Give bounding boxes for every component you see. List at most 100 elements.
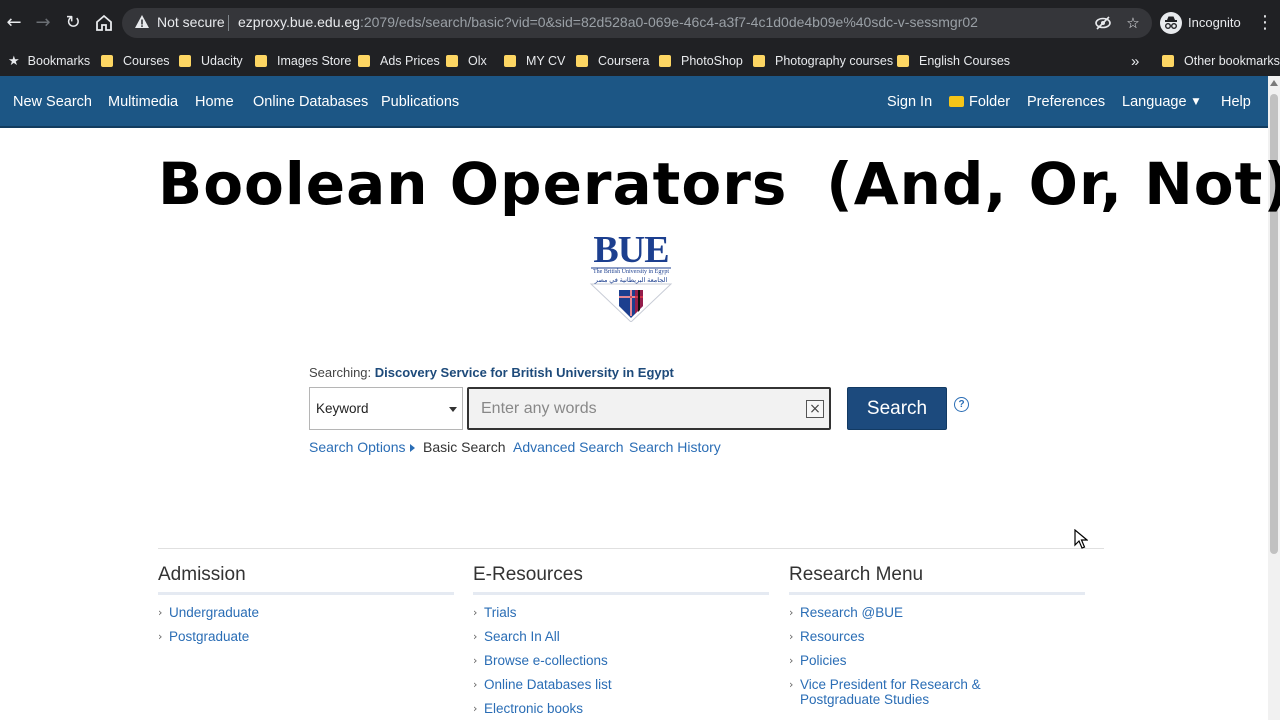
- warning-icon[interactable]: [134, 14, 150, 30]
- list-item[interactable]: › Trials: [473, 605, 769, 620]
- list-item[interactable]: › Search In All: [473, 629, 769, 644]
- basic-search-link[interactable]: Basic Search: [423, 439, 505, 455]
- bookmark-label: Udacity: [201, 54, 243, 68]
- link-resources[interactable]: Resources: [800, 629, 865, 644]
- bookmarks-button[interactable]: ★ Bookmarks: [8, 46, 90, 76]
- back-icon[interactable]: ←: [2, 11, 26, 35]
- chevron-right-icon: ›: [473, 630, 478, 643]
- other-bookmarks[interactable]: Other bookmarks: [1162, 46, 1280, 76]
- search-options-link[interactable]: Search Options: [309, 439, 415, 455]
- bookmark-label: Images Store: [277, 54, 352, 68]
- advanced-search-link[interactable]: Advanced Search: [513, 439, 624, 455]
- forward-icon[interactable]: →: [31, 11, 55, 35]
- research-menu-column: Research Menu › Research @BUE › Resources …: [789, 564, 1085, 716]
- folder-icon: [504, 55, 516, 67]
- bookmark-label: Ads Prices: [380, 54, 440, 68]
- incognito-label: Incognito: [1188, 15, 1241, 30]
- link-search-in-all[interactable]: Search In All: [484, 629, 560, 644]
- chevron-right-icon: ›: [473, 654, 478, 667]
- bookmark-label: English Courses: [919, 54, 1011, 68]
- bookmark-star-icon[interactable]: ☆: [1124, 14, 1142, 32]
- list-item[interactable]: › Policies: [789, 653, 1085, 668]
- bookmark-udacity[interactable]: Udacity: [179, 46, 243, 76]
- url-text[interactable]: ezproxy.bue.edu.eg:2079/eds/search/basic…: [238, 14, 978, 30]
- chevron-right-icon: ›: [789, 606, 794, 619]
- folder-icon: [576, 55, 588, 67]
- search-history-link[interactable]: Search History: [629, 439, 721, 455]
- folder-icon: [446, 55, 458, 67]
- searching-label: Searching:: [309, 365, 372, 380]
- search-button[interactable]: Search: [847, 387, 947, 430]
- bookmark-photoshop[interactable]: PhotoShop: [659, 46, 743, 76]
- scroll-up-arrow-icon[interactable]: [1270, 80, 1278, 86]
- nav-home[interactable]: Home: [195, 94, 234, 110]
- nav-help[interactable]: Help: [1221, 94, 1251, 110]
- bookmark-photography-courses[interactable]: Photography courses: [753, 46, 893, 76]
- folder-icon: [179, 55, 191, 67]
- column-rule: [789, 592, 1085, 595]
- nav-preferences[interactable]: Preferences: [1027, 94, 1105, 110]
- folder-icon: [358, 55, 370, 67]
- url-path: :2079/eds/search/basic?vid=0&sid=82d528a…: [359, 14, 978, 30]
- nav-new-search[interactable]: New Search: [13, 94, 92, 110]
- research-menu-list: › Research @BUE › Resources › Policies › Vic…: [789, 605, 1085, 707]
- nav-sign-in[interactable]: Sign In: [887, 94, 932, 110]
- nav-multimedia[interactable]: Multimedia: [108, 94, 178, 110]
- reload-icon[interactable]: ↻: [61, 11, 85, 35]
- chevron-right-icon: ›: [473, 678, 478, 691]
- bookmark-coursera[interactable]: Coursera: [576, 46, 649, 76]
- list-item[interactable]: › Online Databases list: [473, 677, 769, 692]
- searching-line: Searching: Discovery Service for British…: [309, 365, 674, 380]
- link-research-bue[interactable]: Research @BUE: [800, 605, 903, 620]
- list-item[interactable]: › Undergraduate: [158, 605, 454, 620]
- list-item[interactable]: › Postgraduate: [158, 629, 454, 644]
- folder-icon: [255, 55, 267, 67]
- list-item[interactable]: › Resources: [789, 629, 1085, 644]
- folder-icon: [659, 55, 671, 67]
- section-divider: [158, 548, 1104, 549]
- nav-online-databases[interactable]: Online Databases: [253, 94, 368, 110]
- folder-icon: [1162, 55, 1174, 67]
- bookmark-images-store[interactable]: Images Store: [255, 46, 351, 76]
- link-vice-president-research[interactable]: Vice President for Research & Postgradua…: [800, 677, 981, 707]
- link-browse-e-collections[interactable]: Browse e-collections: [484, 653, 608, 668]
- nav-publications[interactable]: Publications: [381, 94, 459, 110]
- bookmark-courses[interactable]: Courses: [101, 46, 170, 76]
- browser-menu-icon[interactable]: ⋮: [1256, 11, 1274, 35]
- clear-search-icon[interactable]: ×: [806, 400, 824, 418]
- bookmarks-overflow-icon[interactable]: »: [1131, 46, 1139, 76]
- e-resources-list: › Trials › Search In All › Browse e-collect…: [473, 605, 769, 716]
- link-postgraduate[interactable]: Postgraduate: [169, 629, 249, 644]
- bookmark-my-cv[interactable]: MY CV: [504, 46, 565, 76]
- bookmark-label: Photography courses: [775, 54, 894, 68]
- link-policies[interactable]: Policies: [800, 653, 847, 668]
- mouse-cursor-icon: [1074, 529, 1088, 549]
- bookmark-olx[interactable]: Olx: [446, 46, 487, 76]
- help-icon[interactable]: ?: [954, 397, 969, 412]
- nav-language[interactable]: Language ▼: [1122, 94, 1199, 110]
- nav-folder[interactable]: Folder: [949, 94, 1010, 110]
- search-options-label: Search Options: [309, 439, 406, 455]
- list-item[interactable]: › Research @BUE: [789, 605, 1085, 620]
- link-undergraduate[interactable]: Undergraduate: [169, 605, 259, 620]
- list-item[interactable]: › Vice President for Research & Postgradu…: [789, 677, 1059, 707]
- not-secure-label[interactable]: Not secure: [157, 14, 225, 30]
- chevron-right-icon: ›: [473, 606, 478, 619]
- link-online-databases-list[interactable]: Online Databases list: [484, 677, 612, 692]
- search-input[interactable]: [467, 387, 831, 430]
- chevron-right-icon: ›: [158, 630, 163, 643]
- folder-icon: [101, 55, 113, 67]
- bookmark-ads-prices[interactable]: Ads Prices: [358, 46, 440, 76]
- link-electronic-books[interactable]: Electronic books: [484, 701, 583, 716]
- folder-icon: [753, 55, 765, 67]
- database-link[interactable]: Discovery Service for British University…: [375, 365, 674, 380]
- bookmark-english-courses[interactable]: English Courses: [897, 46, 1010, 76]
- list-item[interactable]: › Browse e-collections: [473, 653, 769, 668]
- search-field-select[interactable]: Keyword: [309, 387, 463, 430]
- caret-down-icon: ▼: [1192, 97, 1200, 107]
- tracking-blocked-icon[interactable]: [1094, 14, 1112, 32]
- list-item[interactable]: › Electronic books: [473, 701, 769, 716]
- home-icon[interactable]: [92, 11, 116, 35]
- link-trials[interactable]: Trials: [484, 605, 517, 620]
- address-bar[interactable]: Not secure ezproxy.bue.edu.eg:2079/eds/s…: [122, 8, 1152, 38]
